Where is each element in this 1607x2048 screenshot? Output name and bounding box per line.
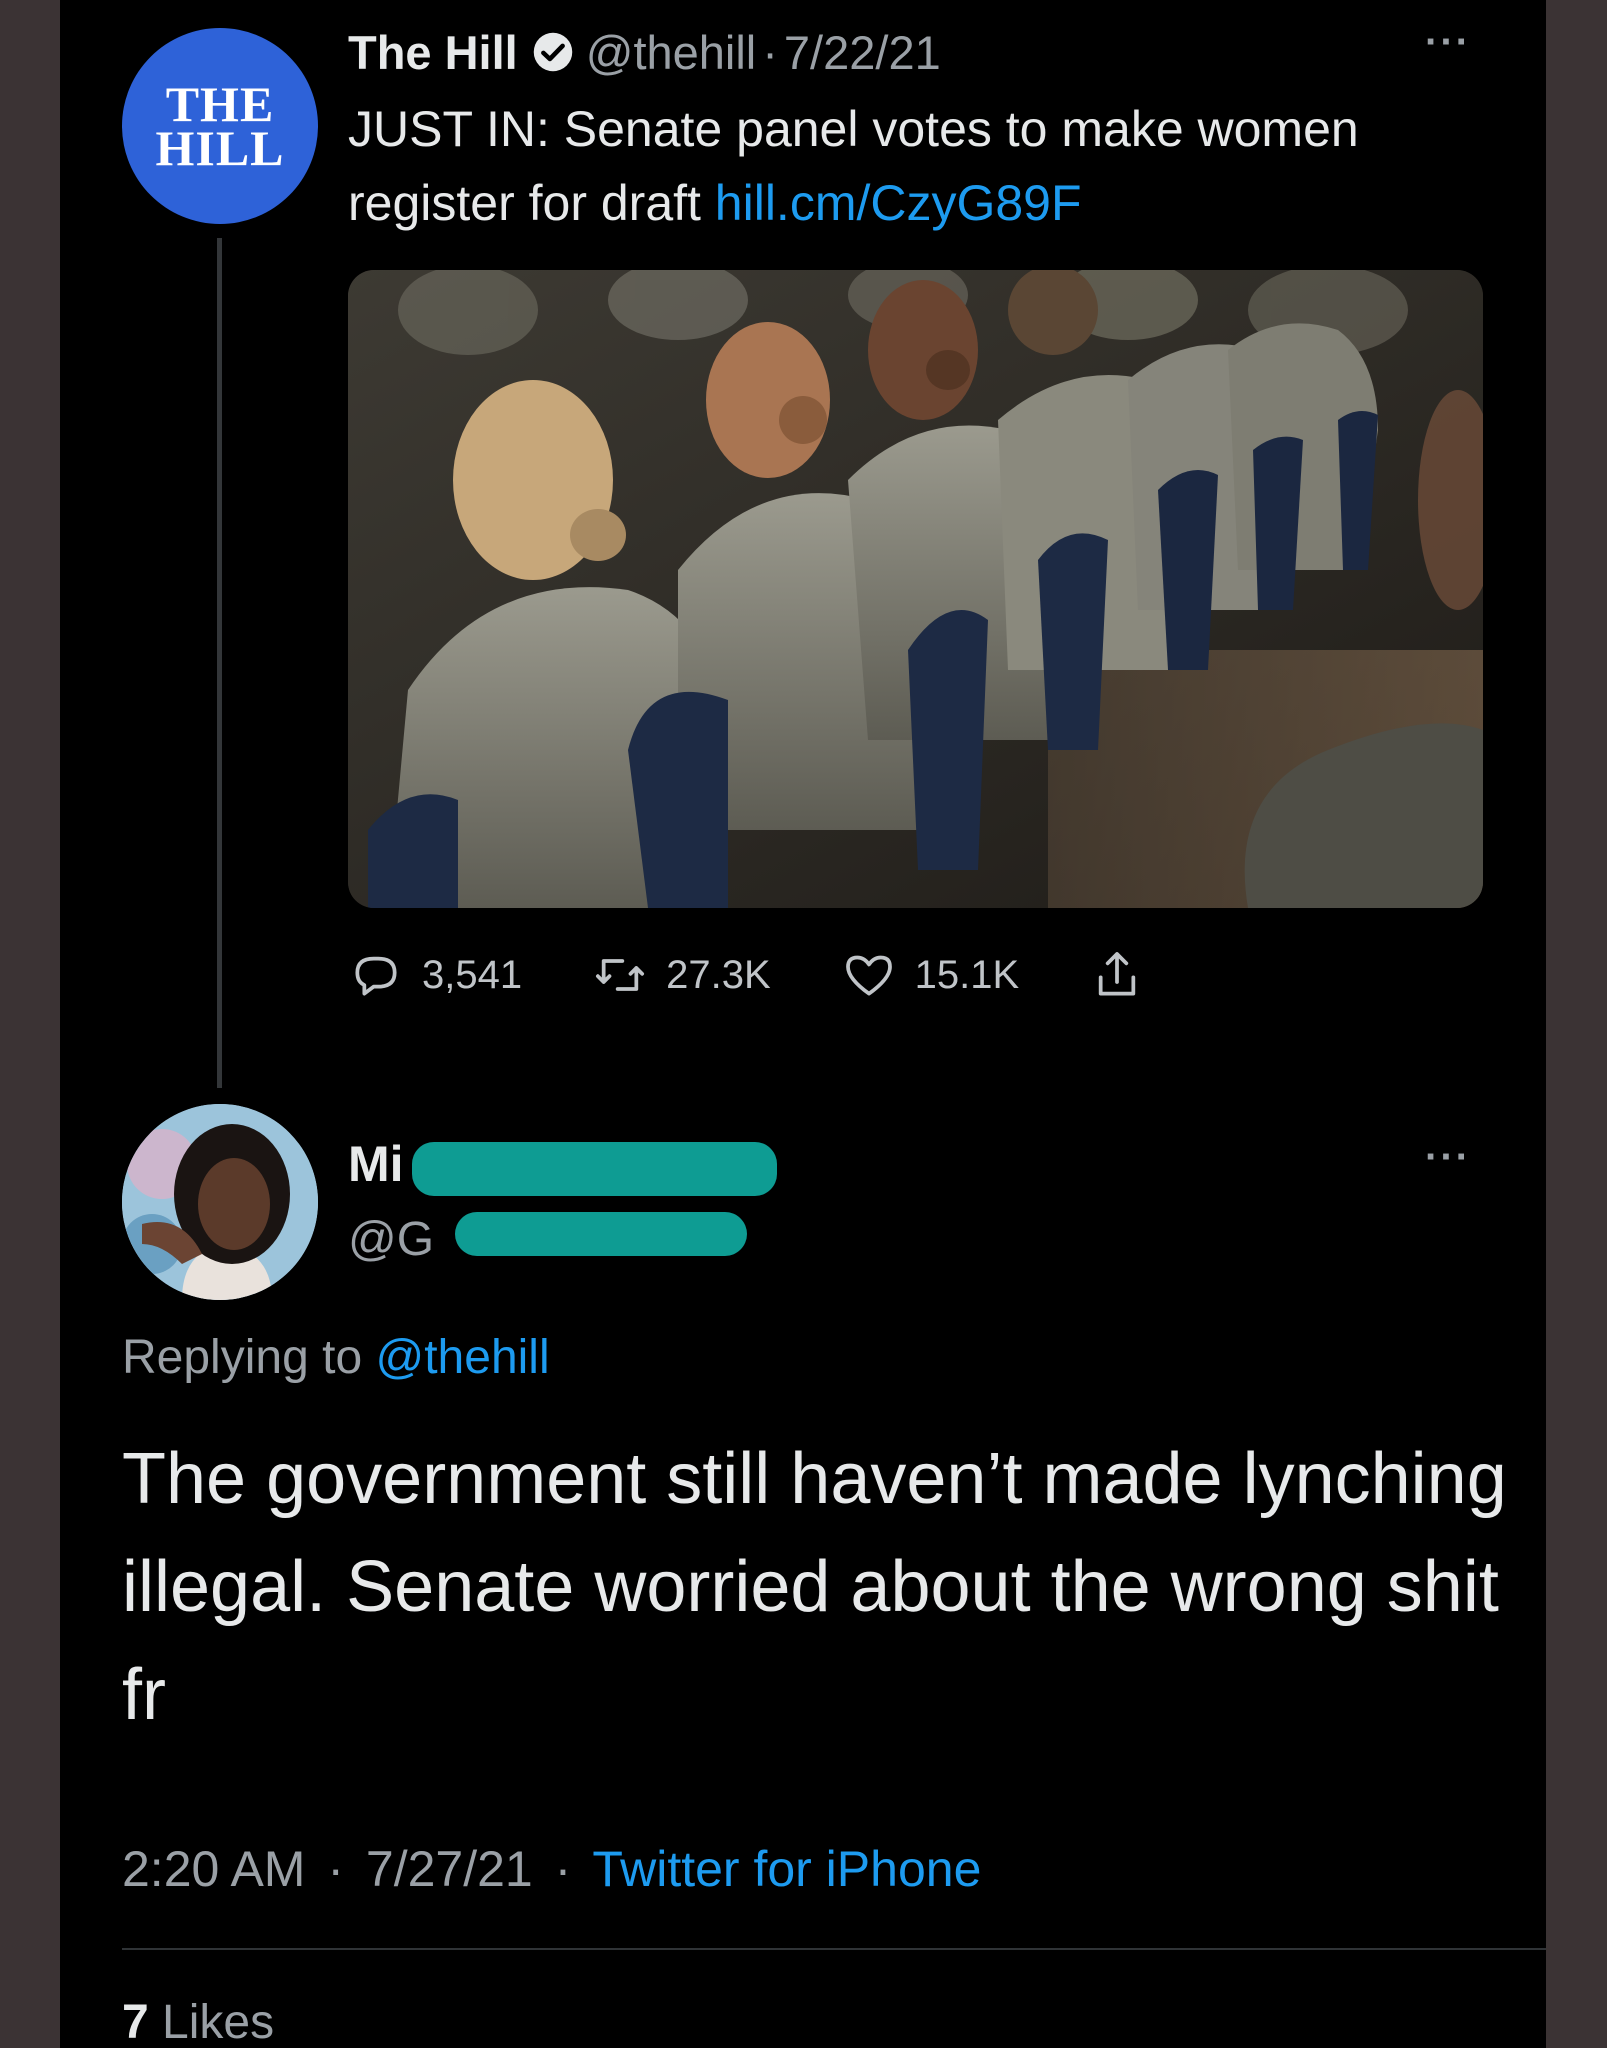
verified-badge-icon bbox=[533, 32, 572, 72]
replier-avatar[interactable] bbox=[122, 1104, 318, 1300]
tweet-detail-view: THE HILL The Hill @thehill · 7/22/21 ···… bbox=[60, 0, 1546, 2048]
reply-more-options-icon[interactable]: ··· bbox=[1425, 1135, 1471, 1180]
tweet-metadata: 2:20 AM · 7/27/21 · Twitter for iPhone bbox=[122, 1840, 981, 1898]
author-name[interactable]: The Hill bbox=[348, 25, 518, 80]
replying-prefix: Replying to bbox=[122, 1331, 376, 1384]
reply-action[interactable]: 3,541 bbox=[348, 947, 522, 1003]
more-options-icon[interactable]: ··· bbox=[1425, 20, 1471, 65]
reply-count: 3,541 bbox=[422, 952, 523, 997]
likes-count: 7 bbox=[122, 1996, 149, 2048]
share-icon bbox=[1098, 952, 1136, 996]
retweet-action[interactable]: 27.3K bbox=[592, 947, 771, 1003]
retweet-icon bbox=[596, 959, 645, 991]
divider bbox=[122, 1948, 1546, 1950]
author-handle[interactable]: @thehill bbox=[586, 25, 757, 80]
meta-separator-1: · bbox=[327, 1841, 345, 1897]
the-hill-avatar[interactable]: THE HILL bbox=[122, 28, 318, 224]
tweet-source-link[interactable]: Twitter for iPhone bbox=[592, 1841, 981, 1897]
article-link[interactable]: hill.cm/CzyG89F bbox=[715, 175, 1082, 231]
retweet-count: 27.3K bbox=[666, 952, 771, 997]
likes-label: Likes bbox=[162, 1996, 275, 2048]
tweet-time[interactable]: 2:20 AM bbox=[122, 1841, 305, 1897]
handle-redaction bbox=[455, 1212, 747, 1256]
replier-handle-visible: @G bbox=[348, 1213, 435, 1266]
replier-handle[interactable]: @G bbox=[348, 1212, 434, 1267]
heart-icon bbox=[845, 955, 892, 996]
soldiers-seated-photo bbox=[348, 270, 1483, 908]
like-count: 15.1K bbox=[914, 952, 1020, 997]
reply-date[interactable]: 7/27/21 bbox=[366, 1841, 533, 1897]
replier-name-visible: Mi bbox=[348, 1136, 404, 1192]
quoted-tweet-header: The Hill @thehill · 7/22/21 bbox=[348, 22, 941, 82]
thread-connector-line bbox=[217, 238, 222, 1088]
likes-summary[interactable]: 7 Likes bbox=[122, 1995, 274, 2048]
like-action[interactable]: 15.1K bbox=[841, 947, 1020, 1003]
replier-profile-photo bbox=[122, 1104, 318, 1300]
replying-to: Replying to @thehill bbox=[122, 1330, 550, 1385]
dot-separator: · bbox=[762, 25, 778, 79]
share-action[interactable] bbox=[1089, 947, 1163, 1003]
reply-bubble-icon bbox=[355, 956, 397, 996]
avatar-text-hill: HILL bbox=[155, 120, 285, 176]
tweet-photo[interactable] bbox=[348, 270, 1483, 908]
tweet-action-bar: 3,541 27.3K 15.1K bbox=[348, 945, 1163, 1005]
replier-name[interactable]: Mi bbox=[348, 1135, 404, 1193]
quoted-tweet-text: JUST IN: Senate panel votes to make wome… bbox=[348, 92, 1508, 240]
reply-tweet-text: The government still haven’t made lynchi… bbox=[122, 1439, 1507, 1735]
name-redaction bbox=[412, 1142, 777, 1196]
meta-separator-2: · bbox=[554, 1841, 572, 1897]
tweet-date[interactable]: 7/22/21 bbox=[784, 25, 941, 80]
replying-handle-link[interactable]: @thehill bbox=[375, 1331, 549, 1384]
